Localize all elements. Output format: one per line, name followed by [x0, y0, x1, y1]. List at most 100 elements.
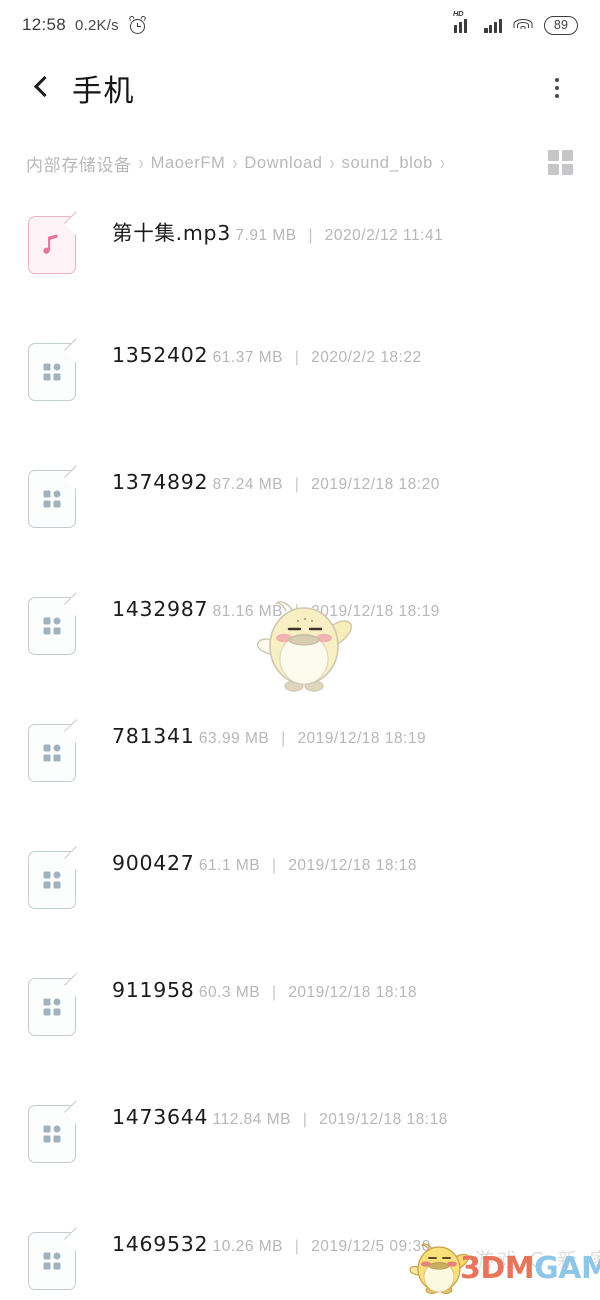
file-name: 1374892 [112, 470, 209, 494]
file-name: 911958 [112, 978, 195, 1002]
grid-view-icon[interactable] [548, 150, 574, 176]
detail-separator: | [294, 603, 300, 620]
list-item[interactable]: 第十集.mp3 7.91 MB | 2020/2/12 11:41 [0, 192, 600, 319]
generic-file-icon [28, 597, 76, 655]
file-size: 7.91 MB [235, 227, 297, 244]
file-glyph [43, 490, 61, 508]
list-item[interactable]: 1473644 112.84 MB | 2019/12/18 18:18 [0, 1081, 600, 1208]
file-glyph [43, 871, 61, 889]
file-size: 61.37 MB [212, 349, 284, 366]
file-size: 81.16 MB [212, 603, 284, 620]
music-file-icon [28, 216, 76, 274]
file-meta: 1432987 81.16 MB | 2019/12/18 18:19 [112, 595, 440, 621]
list-item[interactable]: 1469532 10.26 MB | 2019/12/5 09:30 [0, 1208, 600, 1300]
generic-file-icon [28, 851, 76, 909]
detail-separator: | [294, 349, 300, 366]
detail-separator: | [308, 227, 313, 244]
file-name: 1352402 [112, 343, 209, 367]
file-size: 63.99 MB [198, 730, 270, 747]
generic-file-icon [28, 470, 76, 528]
detail-separator: | [294, 476, 300, 493]
generic-file-icon [28, 1105, 76, 1163]
file-details: 10.26 MB | 2019/12/5 09:30 [213, 1238, 431, 1255]
breadcrumb-item-download[interactable]: Download [244, 154, 322, 173]
file-date: 2020/2/2 18:22 [311, 349, 422, 366]
signal-bars-icon [484, 17, 502, 33]
file-details: 61.1 MB | 2019/12/18 18:18 [199, 857, 417, 874]
file-date: 2020/2/12 11:41 [324, 227, 444, 244]
detail-separator: | [294, 1238, 300, 1255]
breadcrumb: 内部存储设备 › MaoerFM › Download › sound_blob… [26, 151, 548, 176]
file-name: 781341 [112, 724, 195, 748]
status-time: 12:58 [22, 15, 67, 34]
list-item[interactable]: 911958 60.3 MB | 2019/12/18 18:18 [0, 954, 600, 1081]
status-bar-left: 12:58 0.2K/s [22, 15, 147, 35]
file-details: 60.3 MB | 2019/12/18 18:18 [199, 984, 417, 1001]
detail-separator: | [302, 1111, 308, 1128]
app-bar: 手机 [0, 50, 600, 125]
breadcrumb-separator: › [232, 151, 238, 175]
file-details: 112.84 MB | 2019/12/18 18:18 [213, 1111, 448, 1128]
file-size: 61.1 MB [198, 857, 261, 874]
file-name: 900427 [112, 851, 195, 875]
file-size: 60.3 MB [198, 984, 261, 1001]
alarm-clock-icon [128, 15, 147, 35]
file-glyph [43, 744, 61, 762]
file-details: 81.16 MB | 2019/12/18 18:19 [213, 603, 440, 620]
file-details: 87.24 MB | 2019/12/18 18:20 [213, 476, 440, 493]
file-meta: 1374892 87.24 MB | 2019/12/18 18:20 [112, 468, 440, 494]
detail-separator: | [271, 984, 277, 1001]
file-name: 1469532 [112, 1232, 209, 1256]
generic-file-icon [28, 1232, 76, 1290]
battery-badge: 89 [544, 15, 578, 35]
file-date: 2019/12/5 09:30 [311, 1238, 431, 1255]
file-meta: 900427 61.1 MB | 2019/12/18 18:18 [112, 849, 417, 875]
file-details: 61.37 MB | 2020/2/2 18:22 [213, 349, 422, 366]
file-manager-screen: 12:58 0.2K/s HD 89 手机 内部存储设备 › MaoerFM ›… [0, 0, 600, 1300]
file-meta: 1473644 112.84 MB | 2019/12/18 18:18 [112, 1103, 448, 1129]
file-meta: 1469532 10.26 MB | 2019/12/5 09:30 [112, 1230, 431, 1256]
breadcrumb-item-maoerfm[interactable]: MaoerFM [151, 154, 226, 173]
overflow-menu-icon[interactable] [544, 73, 570, 103]
file-date: 2019/12/18 18:18 [319, 1111, 448, 1128]
breadcrumb-separator: › [138, 151, 144, 175]
list-item[interactable]: 1374892 87.24 MB | 2019/12/18 18:20 [0, 446, 600, 573]
back-chevron-icon[interactable] [30, 73, 56, 103]
breadcrumb-separator: › [329, 151, 335, 175]
file-meta: 781341 63.99 MB | 2019/12/18 18:19 [112, 722, 426, 748]
file-details: 7.91 MB | 2020/2/12 11:41 [235, 227, 443, 244]
generic-file-icon [28, 343, 76, 401]
file-date: 2019/12/18 18:18 [288, 984, 417, 1001]
file-glyph [43, 1125, 61, 1143]
page-title: 手机 [72, 73, 135, 109]
file-meta: 第十集.mp3 7.91 MB | 2020/2/12 11:41 [112, 214, 443, 246]
wifi-icon [513, 18, 533, 33]
file-name: 1432987 [112, 597, 209, 621]
status-bar-right: HD 89 [453, 9, 578, 35]
detail-separator: | [271, 857, 277, 874]
file-size: 112.84 MB [212, 1111, 291, 1128]
generic-file-icon [28, 724, 76, 782]
music-note-glyph [43, 234, 58, 254]
breadcrumb-separator-trailing: › [439, 151, 445, 175]
file-glyph [43, 617, 61, 635]
file-size: 87.24 MB [212, 476, 284, 493]
list-item[interactable]: 781341 63.99 MB | 2019/12/18 18:19 [0, 700, 600, 827]
file-name: 1473644 [112, 1105, 209, 1129]
file-size: 10.26 MB [212, 1238, 284, 1255]
file-date: 2019/12/18 18:20 [311, 476, 440, 493]
file-glyph [43, 1252, 61, 1270]
breadcrumb-bar: 内部存储设备 › MaoerFM › Download › sound_blob… [0, 142, 600, 184]
detail-separator: | [281, 730, 286, 747]
list-item[interactable]: 1352402 61.37 MB | 2020/2/2 18:22 [0, 319, 600, 446]
file-list: 第十集.mp3 7.91 MB | 2020/2/12 11:41 135240… [0, 192, 600, 1300]
signal-bars-icon-hd: HD [453, 9, 472, 33]
file-name: 第十集.mp3 [112, 221, 231, 245]
status-network-speed: 0.2K/s [75, 16, 119, 34]
list-item[interactable]: 900427 61.1 MB | 2019/12/18 18:18 [0, 827, 600, 954]
breadcrumb-item-sound-blob[interactable]: sound_blob [342, 154, 433, 173]
breadcrumb-item-storage[interactable]: 内部存储设备 [26, 151, 132, 176]
generic-file-icon [28, 978, 76, 1036]
list-item[interactable]: 1432987 81.16 MB | 2019/12/18 18:19 [0, 573, 600, 700]
file-meta: 1352402 61.37 MB | 2020/2/2 18:22 [112, 341, 422, 367]
